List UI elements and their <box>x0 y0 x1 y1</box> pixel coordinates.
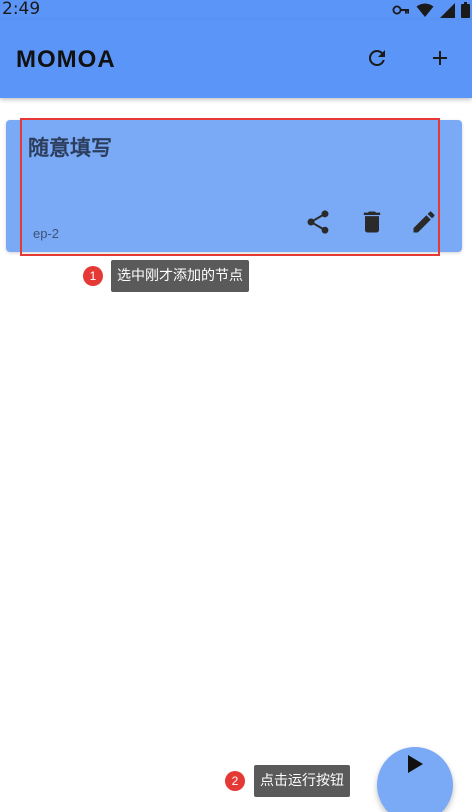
share-icon <box>304 208 332 240</box>
refresh-icon <box>365 46 389 74</box>
refresh-button[interactable] <box>359 42 395 78</box>
wifi-icon <box>416 3 434 18</box>
app-title: MOMOA <box>16 46 116 73</box>
add-button[interactable] <box>422 42 458 78</box>
run-button[interactable] <box>377 747 453 812</box>
app-screen: 2:49 MOMOA 随意填写 ep-2 1 选中刚才添加的节点 2 点击运行按… <box>0 0 472 812</box>
edit-icon <box>410 208 438 240</box>
status-icons <box>392 0 470 20</box>
edit-button[interactable] <box>408 208 440 240</box>
vpn-key-icon <box>392 4 410 16</box>
share-button[interactable] <box>302 208 334 240</box>
step-badge-1: 1 <box>83 266 103 286</box>
add-icon <box>428 46 452 74</box>
step-badge-2: 2 <box>225 771 245 791</box>
delete-icon <box>358 208 386 240</box>
status-time: 2:49 <box>2 0 41 19</box>
node-card[interactable]: 随意填写 ep-2 <box>6 120 462 252</box>
node-title: 随意填写 <box>28 136 112 160</box>
status-bar: 2:49 <box>0 0 472 20</box>
play-icon <box>402 752 426 780</box>
tooltip-step-2: 点击运行按钮 <box>254 765 350 797</box>
battery-icon <box>461 2 470 18</box>
app-bar: MOMOA <box>0 20 472 98</box>
cell-signal-icon <box>440 2 455 18</box>
tooltip-step-1: 选中刚才添加的节点 <box>111 260 249 292</box>
delete-button[interactable] <box>356 208 388 240</box>
node-subtitle: ep-2 <box>33 226 60 241</box>
